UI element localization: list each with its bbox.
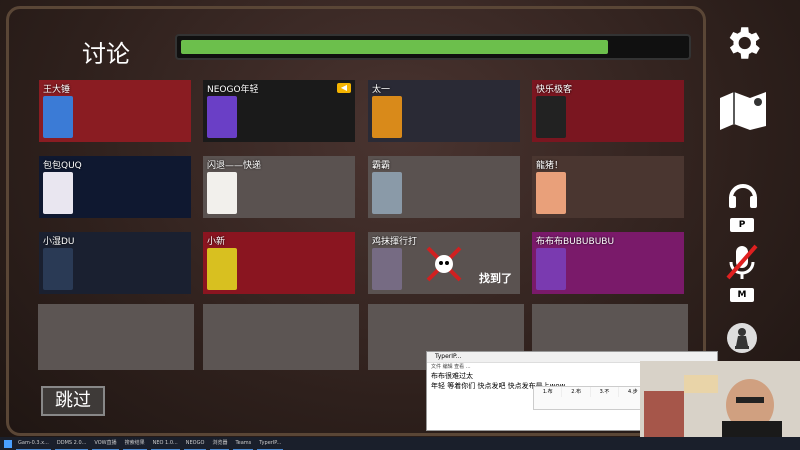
goose-avatar — [43, 248, 73, 290]
player-card[interactable]: 鸡抹揮行打找到了 — [368, 232, 520, 294]
goose-avatar — [207, 172, 237, 214]
goose-avatar — [43, 96, 73, 138]
taskbar-item[interactable]: NEOGO — [183, 438, 207, 450]
ime-candidate[interactable]: 3.不 — [591, 387, 620, 397]
taskbar-item[interactable]: DDMS 2.0... — [54, 438, 89, 450]
taskbar-item[interactable]: NEO 1.0... — [150, 438, 180, 450]
player-name: 布布布BUBUBUBU — [536, 237, 615, 247]
goose-avatar — [372, 172, 402, 214]
player-name: NEOGO年轻 — [207, 85, 259, 95]
dead-skull-icon — [426, 246, 462, 282]
player-card[interactable]: 龍猪！ — [532, 156, 684, 218]
player-name: 小新 — [207, 237, 226, 247]
player-card[interactable]: 闪退——快递 — [203, 156, 355, 218]
player-card[interactable]: NEOGO年轻 ◀ — [203, 80, 355, 142]
discussion-timer-bar — [175, 34, 691, 60]
goose-avatar — [536, 96, 566, 138]
player-name: 王大锤 — [43, 85, 71, 95]
goose-avatar — [536, 248, 566, 290]
goose-avatar — [372, 248, 402, 290]
player-card[interactable]: 王大锤 — [39, 80, 191, 142]
player-card[interactable]: 小新 — [203, 232, 355, 294]
mute-key-label: M — [730, 288, 754, 302]
player-name: 霸霸 — [372, 161, 391, 171]
windows-start-icon[interactable] — [4, 439, 12, 448]
player-name: 闪退——快递 — [207, 161, 262, 171]
ime-candidate[interactable]: 2.布 — [562, 387, 591, 397]
goose-avatar — [536, 172, 566, 214]
player-name: 小湿DU — [43, 237, 75, 247]
player-name: 鸡抹揮行打 — [372, 237, 418, 247]
player-card[interactable]: 太一 — [368, 80, 520, 142]
taskbar-item[interactable]: VOW直播 — [92, 438, 119, 450]
goose-avatar — [207, 96, 237, 138]
player-card[interactable]: 霸霸 — [368, 156, 520, 218]
player-card[interactable]: 快乐极客 — [532, 80, 684, 142]
taskbar-item[interactable]: TyperIP... — [257, 438, 284, 450]
goose-avatar — [43, 172, 73, 214]
player-card[interactable]: 布布布BUBUBUBU — [532, 232, 684, 294]
taskbar-item[interactable]: 搜索结果 — [122, 438, 147, 450]
map-icon[interactable] — [716, 88, 770, 132]
empty-slot — [38, 304, 194, 370]
found-body-label: 找到了 — [479, 272, 512, 285]
goose-avatar — [372, 96, 402, 138]
ime-candidate[interactable]: 1.布 — [534, 387, 563, 397]
taskbar-item[interactable]: 浏览器 — [210, 438, 230, 450]
headset-icon[interactable] — [726, 178, 760, 212]
timer-fill — [181, 40, 608, 54]
skip-vote-button[interactable]: 跳过 — [41, 386, 105, 416]
player-name: 太一 — [372, 85, 391, 95]
goose-avatar — [207, 248, 237, 290]
gear-icon[interactable] — [722, 22, 764, 64]
taskbar-item[interactable]: Gam-0.3.x... — [16, 438, 51, 450]
webcam-overlay — [640, 361, 800, 443]
player-name: 快乐极客 — [536, 85, 573, 95]
player-card[interactable]: 小湿DU — [39, 232, 191, 294]
taskbar: Gam-0.3.x... DDMS 2.0... VOW直播 搜索结果 NEO 1.0.… — [0, 437, 800, 450]
page-title: 讨论 — [82, 40, 130, 68]
pawn-icon[interactable] — [726, 322, 758, 354]
webcam-picture — [640, 361, 800, 443]
megaphone-icon: ◀ — [337, 83, 351, 93]
player-card[interactable]: 包包QUQ — [39, 156, 191, 218]
taskbar-item[interactable]: Teams — [233, 438, 254, 450]
push-to-talk-key-label: P — [730, 218, 754, 232]
mic-muted-icon[interactable] — [724, 242, 760, 282]
empty-slot — [203, 304, 359, 370]
player-name: 包包QUQ — [43, 161, 82, 171]
player-name: 龍猪！ — [536, 161, 564, 171]
